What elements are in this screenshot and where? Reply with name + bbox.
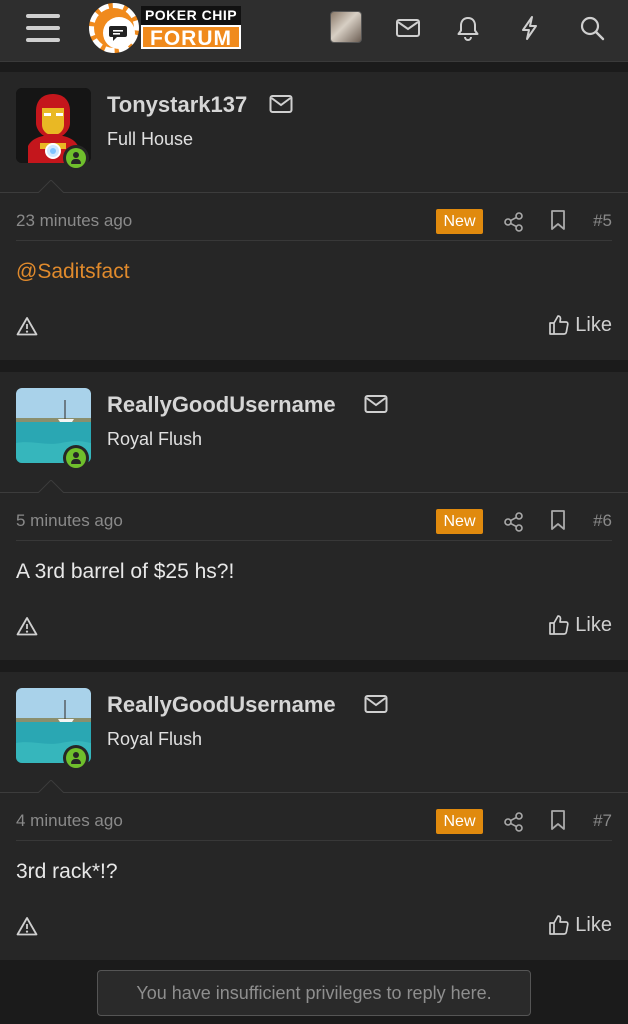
divider: [16, 540, 612, 541]
top-navigation-bar: POKER CHIP FORUM: [0, 0, 628, 62]
bell-icon[interactable]: [454, 14, 482, 42]
post-content[interactable]: A 3rd barrel of $25 hs?!: [16, 560, 234, 584]
post-5: Tonystark137 Full House 23 minutes ago N…: [0, 72, 628, 360]
username[interactable]: ReallyGoodUsername: [107, 692, 336, 718]
user-title: Royal Flush: [107, 429, 203, 449]
post-user-block: Tonystark137 Full House: [0, 72, 628, 192]
bookmark-icon[interactable]: [548, 809, 568, 831]
post-number[interactable]: #5: [593, 211, 612, 231]
post-user-block: ReallyGoodUsername Royal Flush: [0, 372, 628, 492]
envelope-icon[interactable]: [364, 394, 388, 414]
post-number[interactable]: #6: [593, 511, 612, 531]
thumbs-up-icon: [549, 615, 569, 635]
warning-icon[interactable]: [16, 916, 38, 936]
divider: [16, 240, 612, 241]
envelope-icon[interactable]: [364, 694, 388, 714]
post-7: ReallyGoodUsername Royal Flush 4 minutes…: [0, 672, 628, 960]
online-status-icon: [63, 745, 89, 771]
online-status-icon: [63, 445, 89, 471]
post-time[interactable]: 4 minutes ago: [16, 811, 123, 831]
envelope-icon[interactable]: [394, 14, 422, 42]
user-title: Full House: [107, 129, 194, 149]
bolt-icon[interactable]: [516, 14, 544, 42]
logo-text-bottom: FORUM: [141, 25, 241, 50]
like-button[interactable]: Like: [548, 612, 612, 638]
menu-icon[interactable]: [26, 14, 60, 44]
post-6: ReallyGoodUsername Royal Flush 5 minutes…: [0, 372, 628, 660]
reply-footer: You have insufficient privileges to repl…: [0, 960, 628, 1024]
speech-arrow: [38, 780, 64, 793]
like-button[interactable]: Like: [548, 912, 612, 938]
thumbs-up-icon: [549, 315, 569, 335]
new-badge: New: [436, 809, 483, 834]
search-icon[interactable]: [578, 14, 606, 42]
insufficient-privileges-notice: You have insufficient privileges to repl…: [97, 970, 531, 1016]
avatar[interactable]: [330, 11, 362, 43]
warning-icon[interactable]: [16, 616, 38, 636]
online-status-icon: [63, 145, 89, 171]
logo-text-top: POKER CHIP: [141, 6, 241, 25]
post-body: 5 minutes ago New #6 A 3rd barrel of $25…: [0, 480, 628, 660]
user-title: Royal Flush: [107, 729, 203, 749]
bookmark-icon[interactable]: [548, 209, 568, 231]
share-icon[interactable]: [503, 811, 525, 833]
like-button[interactable]: Like: [548, 312, 612, 338]
post-body: 23 minutes ago New #5 @Saditsfact Like: [0, 180, 628, 360]
envelope-icon[interactable]: [269, 94, 293, 114]
warning-icon[interactable]: [16, 316, 38, 336]
share-icon[interactable]: [503, 211, 525, 233]
like-label: Like: [575, 613, 612, 636]
like-label: Like: [575, 313, 612, 336]
like-label: Like: [575, 913, 612, 936]
thumbs-up-icon: [549, 915, 569, 935]
post-body: 4 minutes ago New #7 3rd rack*!? Like: [0, 780, 628, 960]
post-content[interactable]: @Saditsfact: [16, 260, 130, 284]
post-time[interactable]: 23 minutes ago: [16, 211, 132, 231]
divider: [16, 840, 612, 841]
post-number[interactable]: #7: [593, 811, 612, 831]
poker-chip-icon: [89, 3, 139, 53]
speech-arrow: [38, 180, 64, 193]
username[interactable]: Tonystark137: [107, 92, 247, 118]
username[interactable]: ReallyGoodUsername: [107, 392, 336, 418]
new-badge: New: [436, 509, 483, 534]
bookmark-icon[interactable]: [548, 509, 568, 531]
speech-arrow: [38, 480, 64, 493]
site-logo[interactable]: POKER CHIP FORUM: [89, 3, 243, 53]
post-content[interactable]: 3rd rack*!?: [16, 860, 118, 884]
new-badge: New: [436, 209, 483, 234]
share-icon[interactable]: [503, 511, 525, 533]
post-time[interactable]: 5 minutes ago: [16, 511, 123, 531]
post-user-block: ReallyGoodUsername Royal Flush: [0, 672, 628, 792]
